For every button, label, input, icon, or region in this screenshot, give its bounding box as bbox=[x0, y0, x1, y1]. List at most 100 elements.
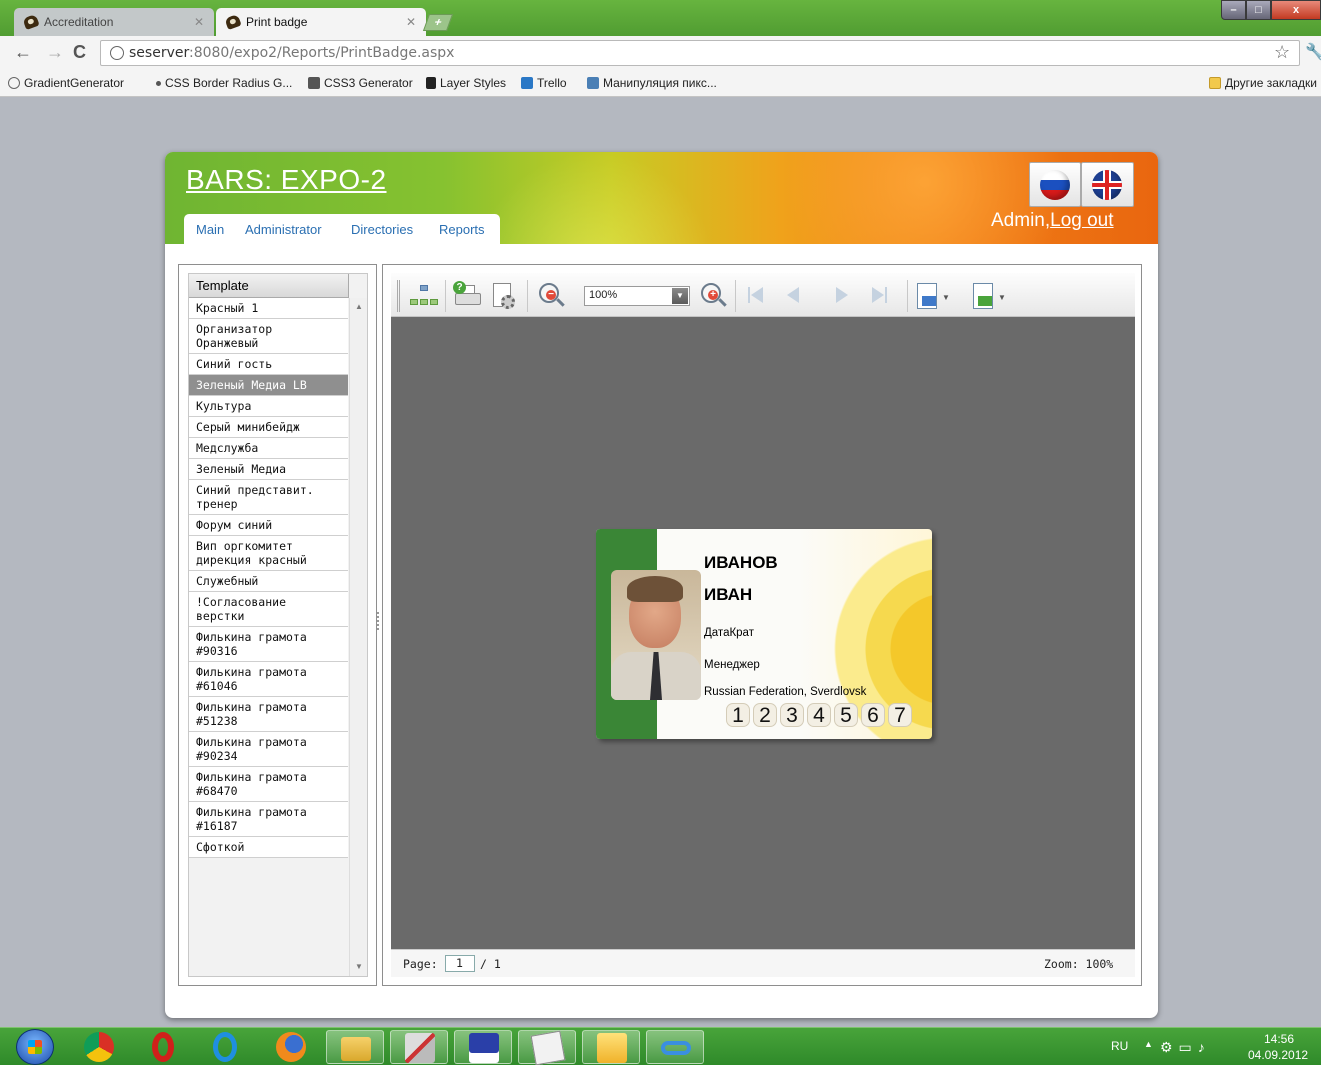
bookmark-gradientgenerator[interactable]: GradientGenerator bbox=[8, 76, 124, 90]
toolbar-separator bbox=[735, 280, 736, 312]
toolbar-separator bbox=[527, 280, 528, 312]
taskbar-app-button[interactable] bbox=[390, 1030, 448, 1064]
template-item[interactable]: Филькина грамота #68470 bbox=[189, 767, 348, 802]
viewer-toolbar: ? − 100% ▼ + ▼ ▼ bbox=[391, 273, 1135, 317]
start-button[interactable] bbox=[16, 1029, 54, 1065]
zoom-in-icon[interactable]: + bbox=[699, 281, 729, 311]
tab-title: Accreditation bbox=[44, 15, 114, 29]
favicon-icon bbox=[22, 13, 40, 31]
template-item[interactable]: Зеленый Медиа LB bbox=[189, 375, 348, 396]
template-item[interactable]: Служебный bbox=[189, 571, 348, 592]
back-arrow-icon[interactable]: ← bbox=[14, 43, 32, 61]
template-item[interactable]: Культура bbox=[189, 396, 348, 417]
bookmark-trello[interactable]: Trello bbox=[521, 76, 567, 90]
template-item[interactable]: Организатор Оранжевый bbox=[189, 319, 348, 354]
new-tab-button[interactable]: + bbox=[422, 14, 454, 31]
link-icon bbox=[661, 1041, 691, 1055]
nav-reports[interactable]: Reports bbox=[439, 222, 485, 237]
globe-icon bbox=[8, 77, 20, 89]
other-bookmarks-folder[interactable]: Другие закладки bbox=[1209, 76, 1317, 90]
first-page-icon[interactable] bbox=[745, 285, 767, 305]
taskbar-app-button[interactable] bbox=[454, 1030, 512, 1064]
clock-time[interactable]: 14:56 bbox=[1264, 1032, 1294, 1046]
logout-link[interactable]: Log out bbox=[1050, 210, 1113, 231]
chevron-down-icon[interactable]: ▼ bbox=[942, 293, 950, 302]
template-item[interactable]: Филькина грамота #51238 bbox=[189, 697, 348, 732]
taskbar-app-button[interactable] bbox=[582, 1030, 640, 1064]
template-item[interactable]: !Согласование верстки bbox=[189, 592, 348, 627]
template-item[interactable]: Форум синий bbox=[189, 515, 348, 536]
nav-administrator[interactable]: Administrator bbox=[245, 222, 322, 237]
language-en-button[interactable] bbox=[1081, 162, 1134, 207]
last-page-icon[interactable] bbox=[869, 285, 891, 305]
address-bar[interactable]: seserver:8080/expo2/Reports/PrintBadge.a… bbox=[100, 40, 1300, 66]
tab-title: Print badge bbox=[246, 15, 308, 29]
template-column-header[interactable]: Template bbox=[189, 274, 349, 298]
tab-print-badge[interactable]: Print badge ✕ bbox=[216, 8, 426, 36]
chevron-down-icon[interactable]: ▼ bbox=[672, 288, 688, 304]
badge-digit: 3 bbox=[780, 703, 804, 727]
taskbar-app-button[interactable] bbox=[326, 1030, 384, 1064]
template-item[interactable]: Филькина грамота #90234 bbox=[189, 732, 348, 767]
previous-page-icon[interactable] bbox=[783, 285, 805, 305]
document-map-icon[interactable] bbox=[409, 281, 439, 311]
report-canvas[interactable]: ИВАНОВ ИВАН ДатаКрат Менеджер Russian Fe… bbox=[391, 317, 1135, 949]
taskbar-app-button[interactable] bbox=[134, 1030, 192, 1064]
scroll-down-icon[interactable]: ▼ bbox=[355, 962, 363, 971]
bookmark-star-icon[interactable]: ☆ bbox=[1274, 42, 1290, 63]
taskbar-app-button[interactable] bbox=[196, 1030, 254, 1064]
save-icon bbox=[469, 1033, 499, 1063]
taskbar-app-button[interactable] bbox=[70, 1030, 128, 1064]
close-window-button[interactable]: x bbox=[1271, 0, 1321, 20]
template-item[interactable]: Вип оргкомитет дирекция красный bbox=[189, 536, 348, 571]
template-item[interactable]: Зеленый Медиа bbox=[189, 459, 348, 480]
template-item[interactable]: Серый минибейдж bbox=[189, 417, 348, 438]
maximize-button[interactable]: □ bbox=[1246, 0, 1271, 20]
nav-main[interactable]: Main bbox=[196, 222, 224, 237]
bookmark-layer-styles[interactable]: Layer Styles bbox=[426, 76, 506, 90]
forward-arrow-icon[interactable]: → bbox=[46, 43, 64, 61]
language-indicator[interactable]: RU bbox=[1111, 1039, 1128, 1053]
template-item[interactable]: Филькина грамота #90316 bbox=[189, 627, 348, 662]
export-report-icon[interactable]: ▼ bbox=[971, 281, 1006, 311]
template-item[interactable]: Филькина грамота #16187 bbox=[189, 802, 348, 837]
page-setup-icon[interactable] bbox=[489, 281, 519, 311]
scroll-up-icon[interactable]: ▲ bbox=[355, 302, 363, 311]
template-item[interactable]: Красный 1 bbox=[189, 298, 348, 319]
clock-date[interactable]: 04.09.2012 bbox=[1248, 1048, 1308, 1062]
bookmark-pixel-manipulation[interactable]: Манипуляция пикс... bbox=[587, 76, 717, 90]
bookmark-css-border-radius[interactable]: CSS Border Radius G... bbox=[156, 76, 292, 90]
reload-icon[interactable]: C bbox=[73, 43, 86, 61]
taskbar-app-button[interactable] bbox=[262, 1030, 320, 1064]
template-item[interactable]: Филькина грамота #61046 bbox=[189, 662, 348, 697]
save-report-icon[interactable]: ▼ bbox=[915, 281, 950, 311]
taskbar-app-button[interactable] bbox=[518, 1030, 576, 1065]
page-number-input[interactable]: 1 bbox=[445, 955, 475, 972]
nav-directories[interactable]: Directories bbox=[351, 222, 413, 237]
viewer-statusbar: Page: 1 / 1 Zoom: 100% bbox=[391, 949, 1135, 977]
template-item[interactable]: Медслужба bbox=[189, 438, 348, 459]
splitter-handle[interactable] bbox=[377, 612, 380, 630]
template-item[interactable]: Синий представит. тренер bbox=[189, 480, 348, 515]
wrench-icon[interactable]: 🔧 bbox=[1305, 42, 1321, 62]
taskbar-app-button[interactable] bbox=[646, 1030, 704, 1064]
show-hidden-icons[interactable]: ▲ bbox=[1144, 1039, 1153, 1049]
tab-accreditation[interactable]: Accreditation ✕ bbox=[14, 8, 214, 36]
outlook-icon bbox=[597, 1033, 627, 1063]
bookmark-css3-generator[interactable]: CSS3 Generator bbox=[308, 76, 413, 90]
print-icon[interactable]: ? bbox=[453, 281, 483, 311]
chevron-down-icon[interactable]: ▼ bbox=[998, 293, 1006, 302]
next-page-icon[interactable] bbox=[831, 285, 853, 305]
template-item[interactable]: Сфоткой bbox=[189, 837, 348, 858]
brand-link[interactable]: BARS: EXPO-2 bbox=[186, 164, 387, 196]
badge-company: ДатаКрат bbox=[704, 627, 754, 639]
zoom-select[interactable]: 100% ▼ bbox=[584, 286, 690, 306]
minimize-button[interactable]: – bbox=[1221, 0, 1246, 20]
language-ru-button[interactable] bbox=[1029, 162, 1081, 207]
zoom-out-icon[interactable]: − bbox=[537, 281, 567, 311]
close-icon[interactable]: ✕ bbox=[406, 8, 416, 36]
close-icon[interactable]: ✕ bbox=[194, 8, 204, 36]
template-item[interactable]: Синий гость bbox=[189, 354, 348, 375]
tray-icons[interactable]: ⚙▭♪ bbox=[1160, 1039, 1211, 1056]
template-scrollbar[interactable]: ▲ ▼ bbox=[349, 298, 367, 976]
